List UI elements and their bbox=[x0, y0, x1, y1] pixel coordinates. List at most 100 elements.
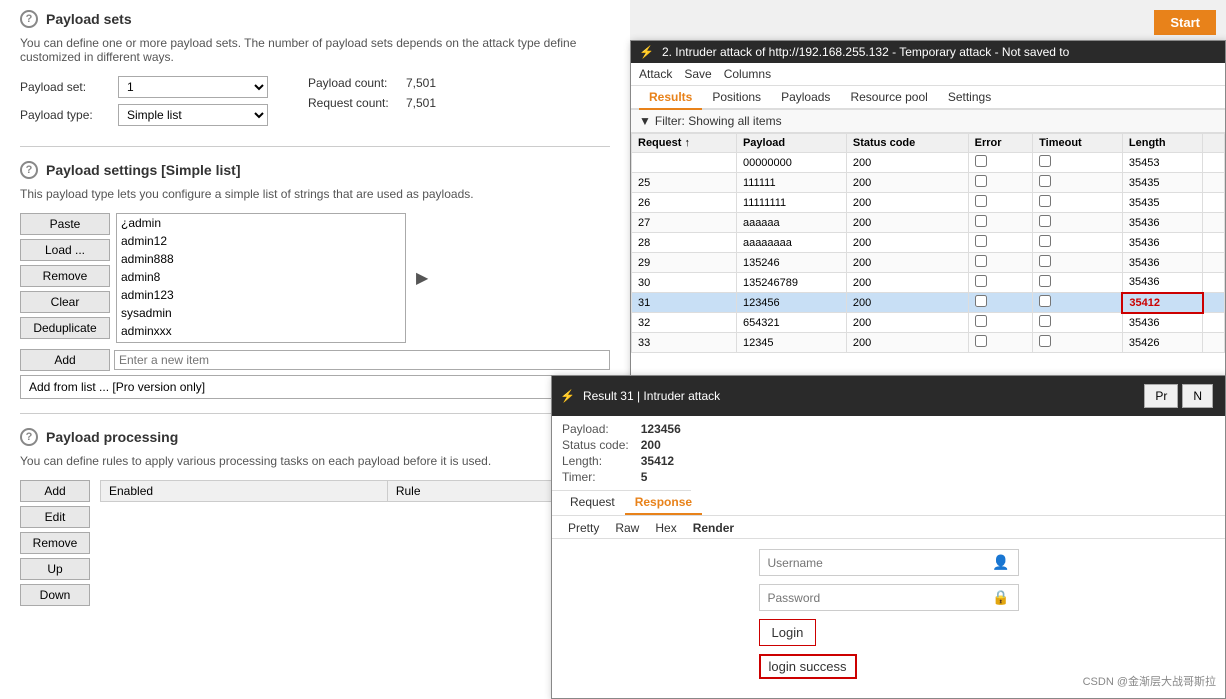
proc-col-enabled: Enabled bbox=[101, 481, 388, 502]
remove-button[interactable]: Remove bbox=[20, 265, 110, 287]
results-table-container[interactable]: Request ↑PayloadStatus codeErrorTimeoutL… bbox=[631, 133, 1225, 389]
payload-type-select[interactable]: Simple list bbox=[118, 104, 268, 126]
payload-list[interactable]: ¿adminadmin12admin888admin8admin123sysad… bbox=[116, 213, 406, 343]
add-from-list-select[interactable]: Add from list ... [Pro version only] bbox=[20, 375, 610, 399]
result-tab-response[interactable]: Response bbox=[625, 491, 702, 515]
payload-list-container: Paste Load ... Remove Clear Deduplicate … bbox=[20, 213, 610, 343]
proc-edit-button[interactable]: Edit bbox=[20, 506, 90, 528]
checkbox[interactable] bbox=[975, 155, 987, 167]
attack-tab-positions[interactable]: Positions bbox=[702, 86, 771, 110]
password-input[interactable] bbox=[768, 591, 993, 605]
table-row[interactable]: 261111111120035435 bbox=[632, 193, 1225, 213]
result-tab-request[interactable]: Request bbox=[560, 491, 625, 515]
checkbox[interactable] bbox=[1039, 155, 1051, 167]
view-tab-render[interactable]: Render bbox=[685, 518, 742, 538]
load-button[interactable]: Load ... bbox=[20, 239, 110, 261]
attack-tab-settings[interactable]: Settings bbox=[938, 86, 1001, 110]
list-item[interactable]: ¿admin bbox=[117, 214, 405, 232]
checkbox[interactable] bbox=[975, 215, 987, 227]
checkbox[interactable] bbox=[1039, 275, 1051, 287]
table-cell bbox=[1203, 313, 1225, 333]
proc-remove-button[interactable]: Remove bbox=[20, 532, 90, 554]
col-length[interactable]: Length bbox=[1122, 134, 1202, 153]
table-row[interactable]: 2511111120035435 bbox=[632, 173, 1225, 193]
checkbox[interactable] bbox=[975, 335, 987, 347]
clear-button[interactable]: Clear bbox=[20, 291, 110, 313]
checkbox[interactable] bbox=[975, 315, 987, 327]
table-row[interactable]: 2913524620035436 bbox=[632, 253, 1225, 273]
processing-area: Add Edit Remove Up Down Enabled Rule ▶ bbox=[20, 480, 610, 606]
checkbox[interactable] bbox=[1039, 215, 1051, 227]
proc-up-button[interactable]: Up bbox=[20, 558, 90, 580]
table-cell bbox=[1033, 293, 1123, 313]
checkbox[interactable] bbox=[975, 255, 987, 267]
add-item-button[interactable]: Add bbox=[20, 349, 110, 371]
menu-save[interactable]: Save bbox=[684, 67, 711, 81]
view-tab-pretty[interactable]: Pretty bbox=[560, 518, 607, 538]
start-button[interactable]: Start bbox=[1154, 10, 1216, 35]
table-cell bbox=[968, 253, 1032, 273]
col-timeout[interactable]: Timeout bbox=[1033, 134, 1123, 153]
table-row[interactable]: 28aaaaaaaa20035436 bbox=[632, 233, 1225, 253]
checkbox[interactable] bbox=[1039, 195, 1051, 207]
table-row[interactable]: 0000000020035453 bbox=[632, 153, 1225, 173]
attack-tab-payloads[interactable]: Payloads bbox=[771, 86, 840, 110]
table-row[interactable]: 3265432120035436 bbox=[632, 313, 1225, 333]
add-item-input[interactable] bbox=[114, 350, 610, 370]
attack-titlebar: ⚡ 2. Intruder attack of http://192.168.2… bbox=[631, 41, 1225, 63]
list-item[interactable]: sysadmin bbox=[117, 304, 405, 322]
payload-settings-header: ? Payload settings [Simple list] bbox=[20, 161, 610, 179]
table-cell: 25 bbox=[632, 173, 737, 193]
n-button[interactable]: N bbox=[1182, 384, 1213, 408]
question-icon: ? bbox=[20, 10, 38, 28]
table-cell: 00000000 bbox=[736, 153, 846, 173]
checkbox[interactable] bbox=[1039, 295, 1051, 307]
proc-add-button[interactable]: Add bbox=[20, 480, 90, 502]
attack-tab-resource-pool[interactable]: Resource pool bbox=[840, 86, 937, 110]
list-item[interactable]: admin8 bbox=[117, 268, 405, 286]
checkbox[interactable] bbox=[975, 175, 987, 187]
checkbox[interactable] bbox=[975, 275, 987, 287]
list-item[interactable]: admin888 bbox=[117, 250, 405, 268]
view-tab-hex[interactable]: Hex bbox=[647, 518, 684, 538]
attack-tab-results[interactable]: Results bbox=[639, 86, 702, 110]
checkbox[interactable] bbox=[1039, 175, 1051, 187]
table-cell: 200 bbox=[846, 233, 968, 253]
col-payload[interactable]: Payload bbox=[736, 134, 846, 153]
table-cell: 35412 bbox=[1122, 293, 1202, 313]
checkbox[interactable] bbox=[975, 235, 987, 247]
payload-set-select[interactable]: 1 bbox=[118, 76, 268, 98]
login-button[interactable]: Login bbox=[759, 619, 817, 646]
payload-count-label: Payload count: bbox=[308, 76, 398, 90]
payload-sets-form: Payload set: 1 Payload type: Simple list… bbox=[20, 76, 610, 132]
col-error[interactable]: Error bbox=[968, 134, 1032, 153]
checkbox[interactable] bbox=[975, 295, 987, 307]
table-cell bbox=[968, 173, 1032, 193]
proc-down-button[interactable]: Down bbox=[20, 584, 90, 606]
list-item[interactable]: adminxxx bbox=[117, 322, 405, 340]
table-row[interactable]: 3112345620035412 bbox=[632, 293, 1225, 313]
deduplicate-button[interactable]: Deduplicate bbox=[20, 317, 110, 339]
col-[interactable] bbox=[1203, 134, 1225, 153]
menu-columns[interactable]: Columns bbox=[724, 67, 771, 81]
login-form: 👤 🔒 Login login success bbox=[759, 549, 1019, 679]
view-tab-raw[interactable]: Raw bbox=[607, 518, 647, 538]
watermark: CSDN @金渐层大战哥斯拉 bbox=[1083, 673, 1216, 689]
checkbox[interactable] bbox=[975, 195, 987, 207]
table-row[interactable]: 331234520035426 bbox=[632, 333, 1225, 353]
col-status-code[interactable]: Status code bbox=[846, 134, 968, 153]
list-item[interactable]: admin123 bbox=[117, 286, 405, 304]
paste-button[interactable]: Paste bbox=[20, 213, 110, 235]
list-item[interactable]: admin12 bbox=[117, 232, 405, 250]
checkbox[interactable] bbox=[1039, 335, 1051, 347]
checkbox[interactable] bbox=[1039, 315, 1051, 327]
pr-button[interactable]: Pr bbox=[1144, 384, 1178, 408]
username-input[interactable] bbox=[768, 556, 993, 570]
menu-attack[interactable]: Attack bbox=[639, 67, 672, 81]
payload-sets-desc: You can define one or more payload sets.… bbox=[20, 36, 610, 64]
checkbox[interactable] bbox=[1039, 235, 1051, 247]
checkbox[interactable] bbox=[1039, 255, 1051, 267]
col-request[interactable]: Request ↑ bbox=[632, 134, 737, 153]
table-row[interactable]: 27aaaaaa20035436 bbox=[632, 213, 1225, 233]
table-row[interactable]: 3013524678920035436 bbox=[632, 273, 1225, 293]
